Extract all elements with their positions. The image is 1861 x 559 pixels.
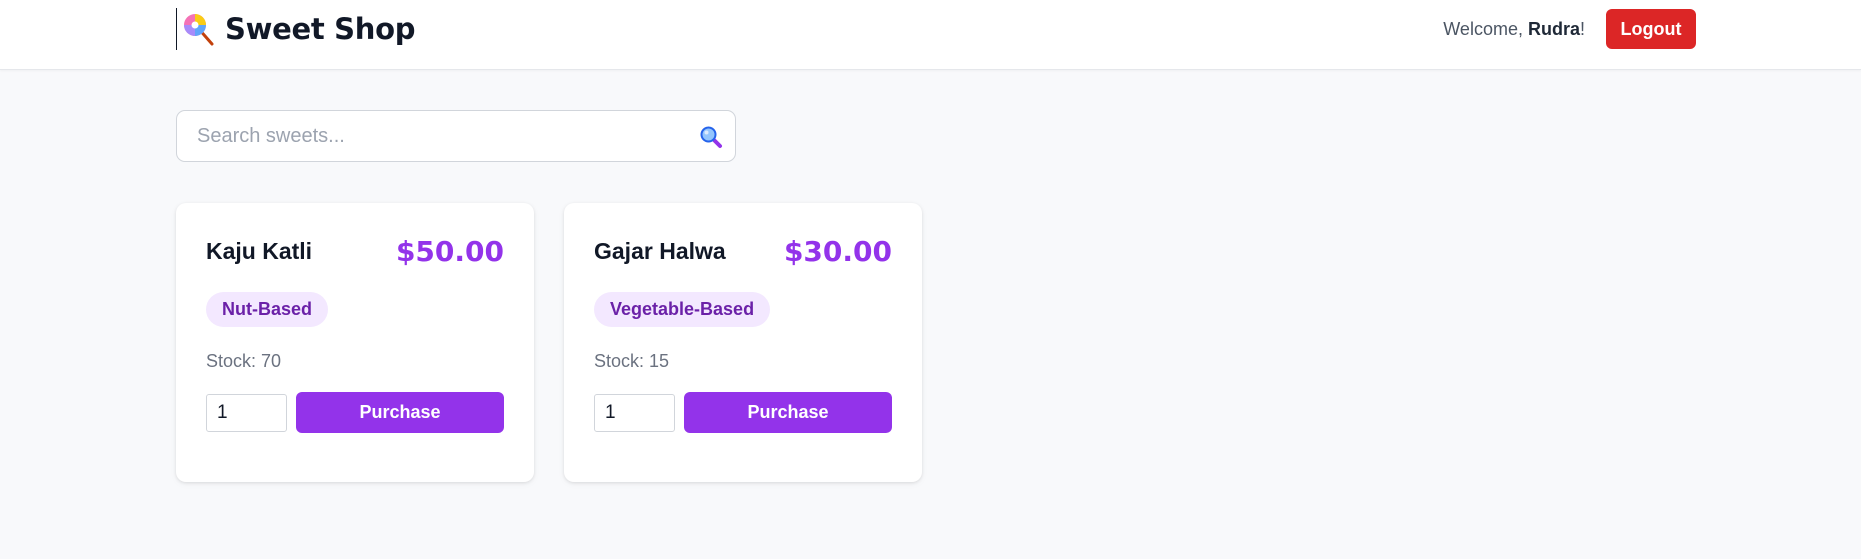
lollipop-icon — [184, 14, 214, 46]
welcome-suffix: ! — [1579, 19, 1585, 39]
sweet-card: Gajar Halwa $30.00 Vegetable-Based Stock… — [564, 203, 922, 482]
brand-title: Sweet Shop — [225, 12, 416, 46]
sweet-name: Kaju Katli — [206, 238, 313, 264]
sweet-card: Kaju Katli $50.00 Nut-Based Stock: 70 Pu… — [176, 203, 534, 482]
sweet-price: $30.00 — [783, 235, 892, 268]
user-name: Rudra — [1527, 19, 1580, 39]
welcome-message: Welcome, Rudra! — [1443, 19, 1585, 40]
category-badge: Nut-Based — [206, 292, 329, 327]
stock-count: Stock: 70 — [206, 351, 282, 371]
quantity-input[interactable] — [594, 394, 675, 432]
welcome-prefix: Welcome, — [1443, 19, 1528, 39]
sweet-name: Gajar Halwa — [594, 238, 726, 264]
purchase-button[interactable]: Purchase — [296, 392, 504, 433]
sweet-price: $50.00 — [395, 235, 504, 268]
magnifier-icon[interactable] — [699, 125, 723, 149]
category-badge: Vegetable-Based — [594, 292, 771, 327]
purchase-button[interactable]: Purchase — [684, 392, 892, 433]
search-box — [176, 110, 736, 162]
brand[interactable]: Sweet Shop — [176, 8, 415, 50]
logout-button[interactable]: Logout — [1606, 9, 1696, 49]
quantity-input[interactable] — [206, 394, 287, 432]
top-navbar: Sweet Shop Welcome, Rudra! Logout — [0, 0, 1861, 70]
search-input[interactable] — [177, 111, 735, 161]
stock-count: Stock: 15 — [594, 351, 670, 371]
